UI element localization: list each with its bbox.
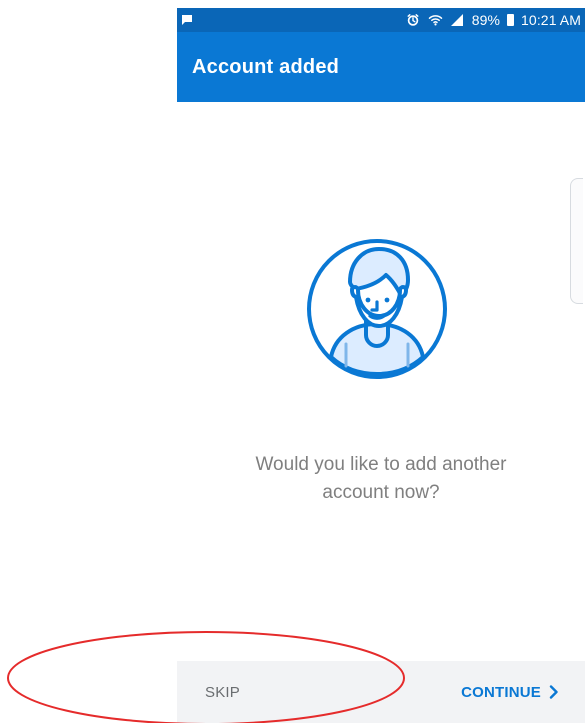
status-right: 89% 10:21 AM bbox=[406, 12, 581, 28]
alarm-icon bbox=[406, 13, 421, 28]
side-handle[interactable] bbox=[570, 178, 583, 304]
chevron-right-icon bbox=[549, 685, 559, 699]
message-line-2: account now? bbox=[322, 482, 440, 503]
phone-screen: 89% 10:21 AM Account added Would you lik… bbox=[177, 0, 585, 723]
app-bar: Account added bbox=[177, 32, 585, 102]
skip-button[interactable]: SKIP bbox=[205, 684, 240, 701]
wifi-icon bbox=[428, 13, 443, 28]
status-time: 10:21 AM bbox=[521, 12, 581, 28]
continue-button[interactable]: CONTINUE bbox=[461, 684, 559, 701]
status-bar: 89% 10:21 AM bbox=[177, 8, 585, 32]
continue-label: CONTINUE bbox=[461, 683, 541, 701]
screenshot-canvas: 89% 10:21 AM Account added Would you lik… bbox=[0, 0, 585, 723]
battery-percent: 89% bbox=[471, 12, 501, 28]
bottom-action-bar: SKIP CONTINUE bbox=[177, 661, 585, 723]
person-avatar-icon bbox=[294, 226, 460, 392]
chat-bubble-icon bbox=[179, 13, 194, 28]
message-line-1: Would you like to add another bbox=[255, 454, 507, 475]
status-left bbox=[179, 13, 194, 28]
page-title: Account added bbox=[192, 55, 340, 78]
signal-icon bbox=[450, 13, 465, 28]
add-account-prompt: Would you like to add another account no… bbox=[213, 451, 549, 507]
battery-icon bbox=[507, 14, 515, 26]
